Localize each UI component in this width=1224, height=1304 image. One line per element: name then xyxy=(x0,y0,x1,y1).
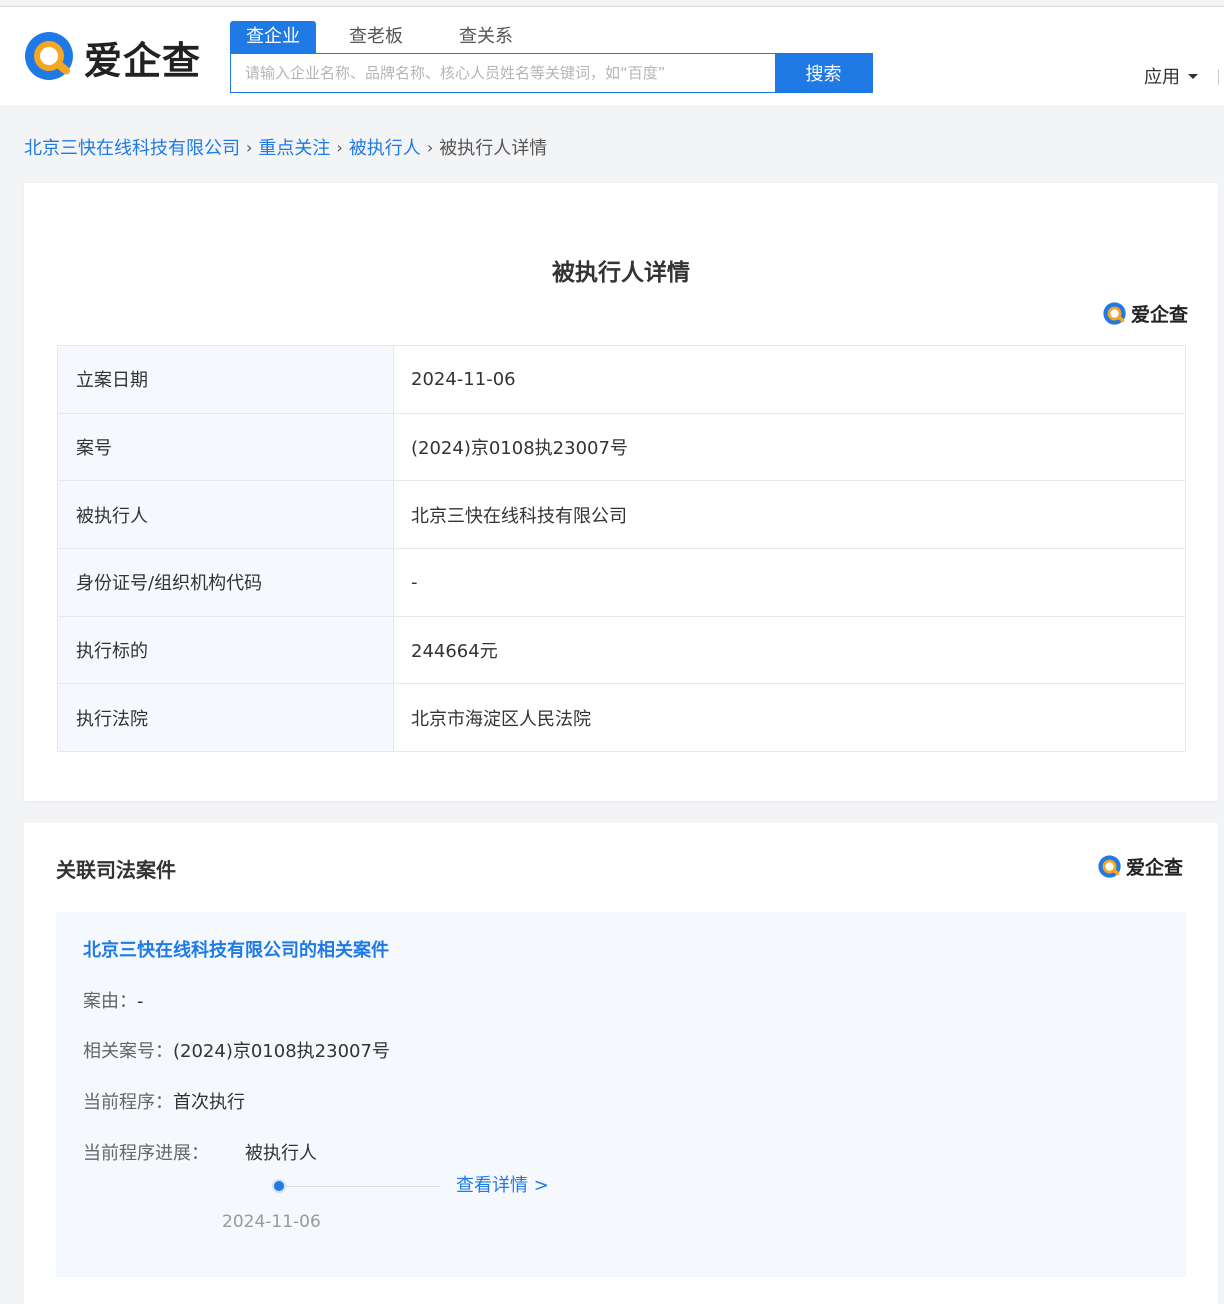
chevron-right-icon: › xyxy=(246,137,253,157)
row-value: 北京三快在线科技有限公司 xyxy=(393,480,1186,550)
logo-text: 爱企查 xyxy=(84,38,202,83)
row-label: 执行法院 xyxy=(57,683,394,753)
table-row: 执行法院 北京市海淀区人民法院 xyxy=(57,683,1186,753)
progress-line xyxy=(286,1186,440,1187)
case-procedure-value: 首次执行 xyxy=(173,1092,245,1113)
detail-watermark: 爱企查 xyxy=(1102,300,1188,327)
search-box: 搜索 xyxy=(230,53,873,93)
header-divider xyxy=(1218,69,1219,85)
row-value: (2024)京0108执23007号 xyxy=(393,412,1186,482)
chevron-right-icon: › xyxy=(426,137,434,157)
case-cause: 案由：- xyxy=(83,987,144,1013)
tab-search-boss[interactable]: 查老板 xyxy=(333,21,419,53)
progress-step-dot xyxy=(272,1179,286,1193)
case-cause-value: - xyxy=(137,991,144,1012)
row-label: 身份证号/组织机构代码 xyxy=(57,548,394,617)
site-logo[interactable]: 爱企查 xyxy=(22,29,201,85)
section-title: 关联司法案件 xyxy=(56,858,176,882)
watermark-text: 爱企查 xyxy=(1131,304,1189,326)
table-row: 身份证号/组织机构代码 - xyxy=(57,548,1186,617)
search-input[interactable] xyxy=(231,54,775,92)
row-label: 立案日期 xyxy=(57,345,394,414)
watermark-text: 爱企查 xyxy=(1126,857,1184,879)
row-value: 北京市海淀区人民法院 xyxy=(393,683,1186,753)
case-title-link[interactable]: 北京三快在线科技有限公司的相关案件 xyxy=(83,936,389,962)
case-number-label: 相关案号： xyxy=(83,1041,173,1062)
table-row: 执行标的 244664元 xyxy=(57,615,1186,685)
breadcrumb: 北京三快在线科技有限公司 › 重点关注 › 被执行人 › 被执行人详情 xyxy=(24,134,547,160)
row-label: 案号 xyxy=(57,412,394,482)
caret-down-icon xyxy=(1188,73,1198,79)
row-label: 执行标的 xyxy=(57,615,394,685)
case-procedure: 当前程序：首次执行 xyxy=(83,1088,245,1114)
progress-step-date: 2024-11-06 xyxy=(222,1212,321,1232)
breadcrumb-company[interactable]: 北京三快在线科技有限公司 xyxy=(24,134,240,160)
page-title: 被执行人详情 xyxy=(552,260,690,286)
case-cause-label: 案由： xyxy=(83,991,137,1012)
apps-menu-label: 应用 xyxy=(1144,67,1180,88)
apps-menu[interactable]: 应用 xyxy=(1144,63,1198,89)
row-value: 2024-11-06 xyxy=(393,345,1186,414)
debtor-detail-card: 被执行人详情 爱企查 立案日期 2024-11-06 案号 (2024)京010… xyxy=(24,183,1218,801)
table-row: 案号 (2024)京0108执23007号 xyxy=(57,412,1186,482)
breadcrumb-judgment-debtor[interactable]: 被执行人 xyxy=(349,134,421,160)
detail-table: 立案日期 2024-11-06 案号 (2024)京0108执23007号 被执… xyxy=(57,345,1186,753)
site-header: 爱企查 查企业 查老板 查关系 搜索 应用 xyxy=(0,7,1224,107)
tab-search-relation[interactable]: 查关系 xyxy=(443,21,529,53)
case-procedure-label: 当前程序： xyxy=(83,1092,173,1113)
table-row: 立案日期 2024-11-06 xyxy=(57,345,1186,414)
aiqicha-q-logo-icon xyxy=(1098,854,1121,878)
progress-step-name: 被执行人 xyxy=(245,1143,317,1164)
breadcrumb-key-focus[interactable]: 重点关注 xyxy=(258,134,330,160)
search-button[interactable]: 搜索 xyxy=(775,54,872,92)
aiqicha-q-logo-icon xyxy=(25,32,73,80)
chevron-right-icon: › xyxy=(336,137,343,157)
progress-label: 当前程序进展： xyxy=(83,1143,209,1164)
tab-search-company[interactable]: 查企业 xyxy=(230,21,316,53)
row-label: 被执行人 xyxy=(57,480,394,550)
search-tabs: 查企业 查老板 查关系 xyxy=(230,21,553,53)
view-detail-link[interactable]: 查看详情 > xyxy=(456,1171,549,1197)
related-watermark: 爱企查 xyxy=(1097,853,1183,880)
breadcrumb-current: 被执行人详情 xyxy=(439,138,548,159)
aiqicha-q-logo-icon xyxy=(1103,301,1126,325)
row-value: 244664元 xyxy=(393,615,1186,685)
table-row: 被执行人 北京三快在线科技有限公司 xyxy=(57,480,1186,550)
case-number: 相关案号：(2024)京0108执23007号 xyxy=(83,1037,390,1063)
related-cases-card: 关联司法案件 爱企查 北京三快在线科技有限公司的相关案件 案由：- 相关案号：(… xyxy=(24,823,1218,1304)
case-number-value: (2024)京0108执23007号 xyxy=(173,1041,390,1062)
case-panel: 北京三快在线科技有限公司的相关案件 案由：- 相关案号：(2024)京0108执… xyxy=(56,912,1186,1277)
row-value: - xyxy=(393,548,1186,617)
